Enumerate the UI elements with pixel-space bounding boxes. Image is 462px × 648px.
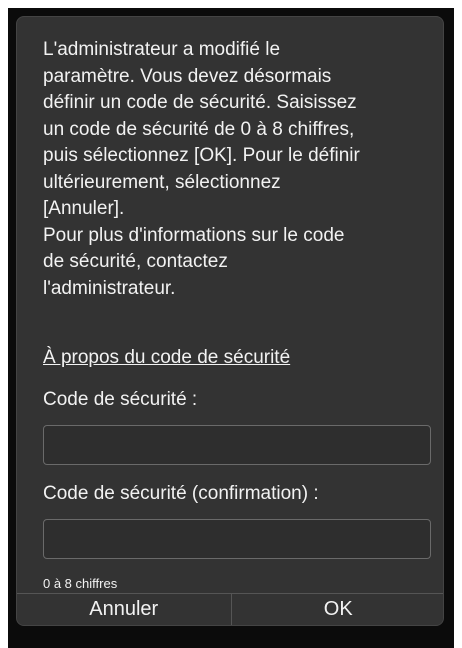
security-code-label: Code de sécurité :	[43, 389, 198, 410]
digits-hint: 0 à 8 chiffres	[43, 576, 118, 591]
security-code-confirm-label: Code de sécurité (confirmation) :	[43, 483, 319, 504]
security-code-dialog: L'administrateur a modifié le paramètre.…	[16, 16, 444, 626]
ok-button[interactable]: OK	[231, 594, 443, 625]
about-security-code-link[interactable]: À propos du code de sécurité	[43, 347, 290, 369]
security-code-input[interactable]	[43, 425, 431, 465]
cancel-button[interactable]: Annuler	[17, 594, 232, 625]
dialog-button-bar: Annuler OK	[17, 593, 443, 625]
security-code-confirm-input[interactable]	[43, 519, 431, 559]
dialog-message: L'administrateur a modifié le paramètre.…	[43, 39, 360, 299]
